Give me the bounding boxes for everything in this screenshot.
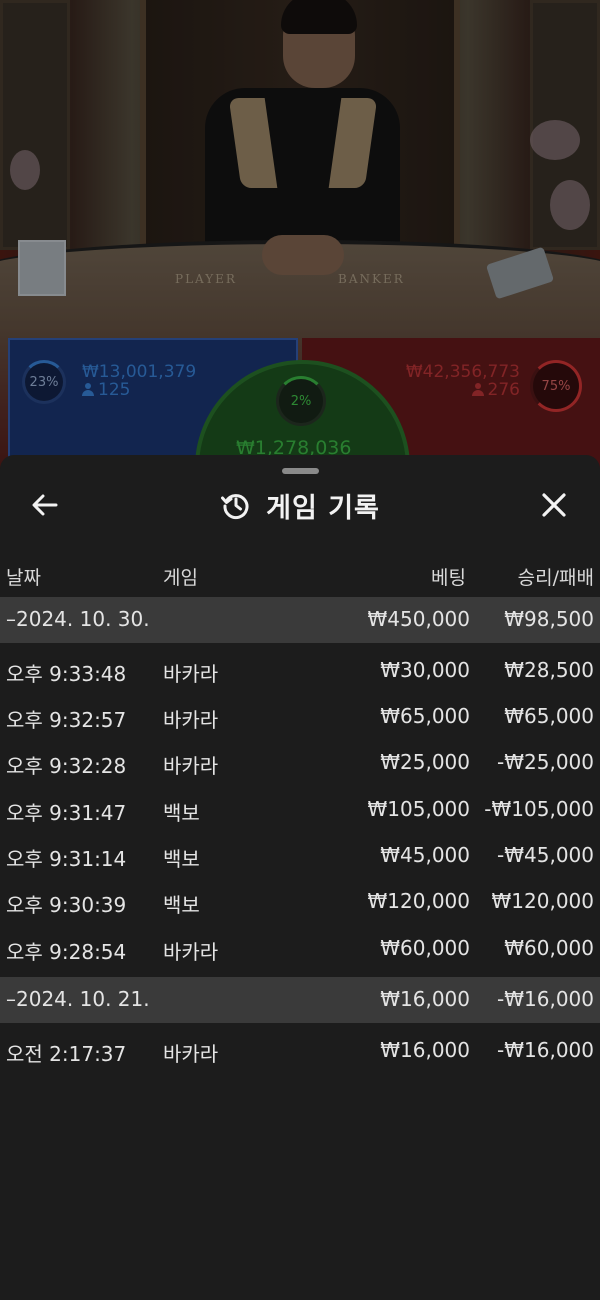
column-header-date: 날짜: [6, 567, 41, 589]
row-time: 오후 9:33:48: [6, 662, 127, 686]
row-time: 오후 9:31:14: [6, 847, 127, 871]
row-result: -₩105,000: [484, 797, 594, 821]
row-time: 오후 9:32:28: [6, 754, 127, 778]
row-result: -₩45,000: [497, 843, 594, 867]
row-bet: ₩65,000: [380, 704, 470, 728]
game-history-sheet: 게임 기록: [0, 455, 600, 1300]
row-result: ₩120,000: [491, 889, 594, 913]
row-time: 오전 2:17:37: [6, 1042, 127, 1066]
close-icon: [542, 493, 566, 517]
row-bet: ₩16,000: [380, 1038, 470, 1062]
row-result: -₩16,000: [497, 1038, 594, 1062]
row-bet: ₩105,000: [367, 797, 470, 821]
modal-dim-overlay: [0, 0, 600, 470]
row-game: 바카라: [163, 754, 219, 778]
row-game: 백보: [163, 847, 200, 871]
row-result: -₩25,000: [497, 750, 594, 774]
row-bet: ₩45,000: [380, 843, 470, 867]
row-game: 바카라: [163, 662, 219, 686]
row-game: 바카라: [163, 940, 219, 964]
column-header-result: 승리/패배: [517, 567, 594, 589]
history-icon: [221, 494, 249, 520]
column-header-bet: 베팅: [431, 567, 466, 589]
row-game: 백보: [163, 801, 200, 825]
row-time: 오후 9:32:57: [6, 708, 127, 732]
sheet-drag-handle[interactable]: [282, 468, 319, 474]
row-bet: ₩60,000: [380, 936, 470, 960]
row-game: 백보: [163, 893, 200, 917]
group-result-total: -₩16,000: [497, 987, 594, 1011]
row-result: ₩65,000: [504, 704, 594, 728]
group-bet-total: ₩450,000: [367, 607, 470, 631]
row-game: 바카라: [163, 1042, 219, 1066]
row-time: 오후 9:28:54: [6, 940, 127, 964]
sheet-title: 게임 기록: [266, 492, 380, 524]
group-date: –2024. 10. 30.: [6, 607, 150, 631]
column-header-game: 게임: [163, 567, 198, 589]
sheet-header: 게임 기록: [0, 485, 600, 525]
group-date: –2024. 10. 21.: [6, 987, 150, 1011]
row-time: 오후 9:31:47: [6, 801, 127, 825]
row-bet: ₩120,000: [367, 889, 470, 913]
row-time: 오후 9:30:39: [6, 893, 127, 917]
row-result: ₩28,500: [504, 658, 594, 682]
row-game: 바카라: [163, 708, 219, 732]
close-button[interactable]: [537, 488, 571, 522]
group-bet-total: ₩16,000: [380, 987, 470, 1011]
group-result-total: ₩98,500: [504, 607, 594, 631]
row-bet: ₩25,000: [380, 750, 470, 774]
row-bet: ₩30,000: [380, 658, 470, 682]
row-result: ₩60,000: [504, 936, 594, 960]
live-stream-view: PLAYER BANKER 23% ₩13,001,379 125 75% ₩4…: [0, 0, 600, 470]
